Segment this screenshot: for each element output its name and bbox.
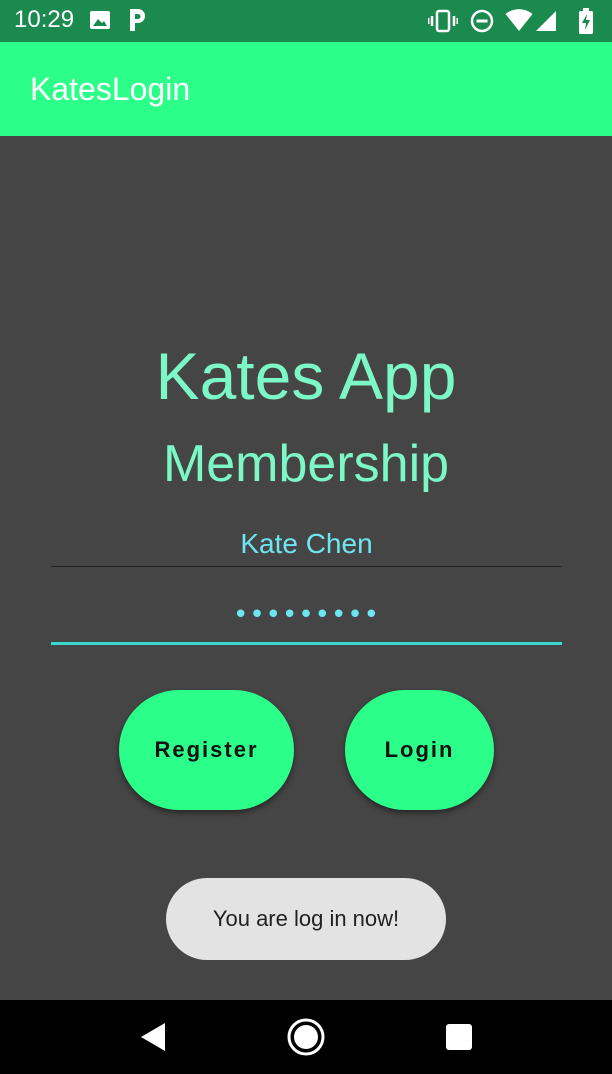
battery-charging-icon (579, 8, 593, 38)
back-icon[interactable] (133, 1017, 173, 1057)
image-icon (89, 9, 111, 35)
recents-icon[interactable] (439, 1017, 479, 1057)
toast-message: You are log in now! (166, 878, 446, 960)
status-time: 10:29 (14, 6, 75, 33)
membership-subheading: Membership (162, 435, 450, 493)
do-not-disturb-icon (470, 9, 494, 37)
username-value: Kate Chen (240, 528, 373, 559)
password-value: ••••••••• (232, 600, 381, 630)
app-screen: 10:29 KatesLogin Kates App Membership Ka… (0, 0, 612, 1074)
status-bar: 10:29 (0, 0, 612, 42)
vibrate-icon (427, 9, 459, 37)
wifi-icon (505, 9, 533, 37)
register-button[interactable]: Register (119, 690, 294, 810)
app-heading: Kates App (155, 339, 457, 413)
home-icon[interactable] (286, 1017, 326, 1057)
parking-icon (126, 7, 148, 37)
signal-icon (535, 9, 557, 37)
navigation-bar (0, 1000, 612, 1074)
username-field[interactable]: Kate Chen (51, 522, 562, 567)
app-bar: KatesLogin (0, 42, 612, 136)
password-field[interactable]: ••••••••• (51, 596, 562, 645)
app-title: KatesLogin (30, 71, 191, 107)
login-button[interactable]: Login (345, 690, 494, 810)
